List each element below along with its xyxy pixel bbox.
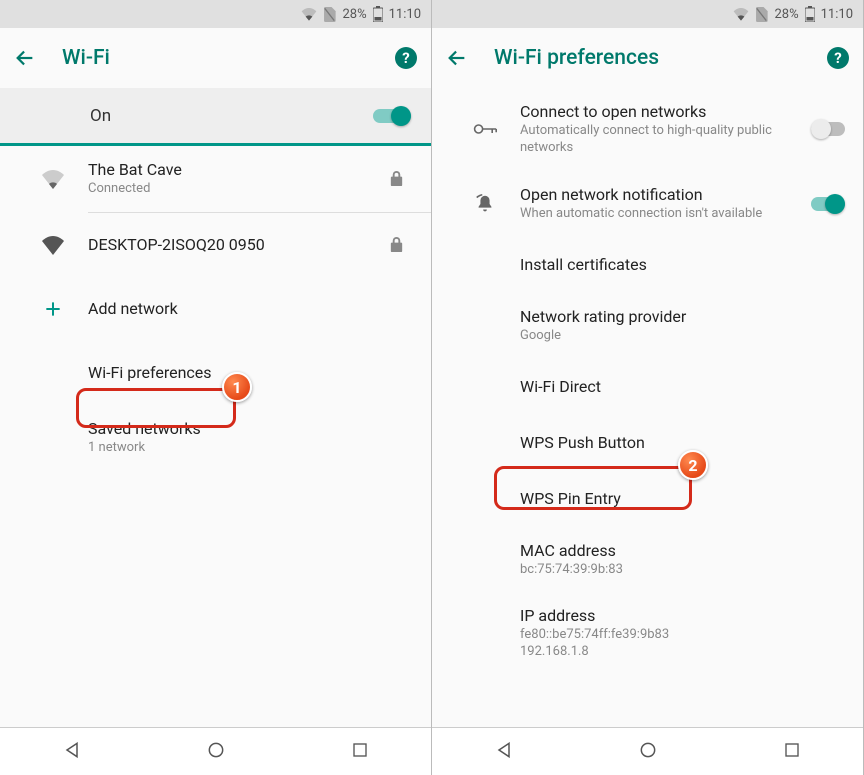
back-button[interactable]: [446, 47, 468, 69]
label: MAC address: [520, 541, 845, 560]
page-title: Wi-Fi: [62, 46, 369, 70]
add-network-label: Add network: [88, 299, 413, 318]
label: WPS Pin Entry: [520, 489, 845, 508]
wifi-master-switch[interactable]: [373, 106, 411, 126]
wps-push-button-row[interactable]: WPS Push Button: [432, 415, 863, 471]
no-sim-icon: [323, 7, 336, 22]
label: Open network notification: [520, 185, 811, 204]
wifi-signal-icon: [18, 235, 88, 255]
sub: fe80::be75:74ff:fe39:9b83 192.168.1.8: [520, 627, 845, 661]
nav-back[interactable]: [494, 740, 514, 764]
app-bar: Wi-Fi preferences ?: [432, 28, 863, 88]
battery-icon: [373, 6, 383, 22]
label: IP address: [520, 606, 845, 625]
help-button[interactable]: ?: [395, 47, 417, 69]
nav-bar: [0, 727, 431, 775]
network-rating-provider-row[interactable]: Network rating provider Google: [432, 293, 863, 359]
add-network-row[interactable]: Add network: [0, 277, 431, 341]
network-row[interactable]: The Bat Cave Connected: [0, 146, 431, 212]
label: WPS Push Button: [520, 433, 845, 452]
clock: 11:10: [821, 7, 853, 22]
wifi-status-icon: [301, 7, 317, 21]
notif-switch[interactable]: [811, 194, 845, 214]
label: Install certificates: [520, 255, 845, 274]
content: Connect to open networks Automatically c…: [432, 88, 863, 727]
saved-networks-count: 1 network: [88, 440, 413, 457]
network-ssid: DESKTOP-2ISOQ20 0950: [88, 235, 379, 254]
plus-icon: [18, 299, 88, 319]
phone-right-wifi-prefs: 28% 11:10 Wi-Fi preferences ? Connect to…: [432, 0, 864, 775]
connect-open-networks-row[interactable]: Connect to open networks Automatically c…: [432, 88, 863, 171]
battery-pct: 28%: [342, 7, 366, 22]
nav-back[interactable]: [62, 740, 82, 764]
lock-icon: [379, 170, 413, 187]
ip-address-row: IP address fe80::be75:74ff:fe39:9b83 192…: [432, 592, 863, 661]
wifi-status-icon: [733, 7, 749, 21]
nav-home[interactable]: [638, 740, 658, 764]
wifi-direct-row[interactable]: Wi-Fi Direct: [432, 359, 863, 415]
nav-recents[interactable]: [783, 741, 801, 763]
content: On The Bat Cave Connected DESKTOP-2ISOQ2…: [0, 88, 431, 727]
nav-recents[interactable]: [351, 741, 369, 763]
page-title: Wi-Fi preferences: [494, 46, 801, 70]
open-network-notification-row[interactable]: Open network notification When automatic…: [432, 171, 863, 237]
network-ssid: The Bat Cave: [88, 160, 379, 179]
wifi-master-toggle-row[interactable]: On: [0, 88, 431, 146]
saved-networks-row[interactable]: Saved networks 1 network: [0, 405, 431, 471]
bell-wifi-icon: [450, 193, 520, 215]
wifi-preferences-row[interactable]: Wi-Fi preferences: [0, 341, 431, 405]
label: Network rating provider: [520, 307, 845, 326]
wps-pin-entry-row[interactable]: WPS Pin Entry: [432, 471, 863, 527]
wifi-signal-icon: [18, 169, 88, 189]
key-icon: [450, 122, 520, 136]
network-row[interactable]: DESKTOP-2ISOQ20 0950: [0, 213, 431, 277]
help-button[interactable]: ?: [827, 47, 849, 69]
sub: bc:75:74:39:9b:83: [520, 562, 845, 579]
toggle-label: On: [90, 106, 373, 126]
lock-icon: [379, 236, 413, 253]
network-status: Connected: [88, 181, 379, 198]
sub: Automatically connect to high-quality pu…: [520, 123, 811, 157]
app-bar: Wi-Fi ?: [0, 28, 431, 88]
sub: Google: [520, 328, 845, 345]
status-bar: 28% 11:10: [0, 0, 431, 28]
label: Wi-Fi Direct: [520, 377, 845, 396]
back-button[interactable]: [14, 47, 36, 69]
battery-pct: 28%: [774, 7, 798, 22]
wifi-preferences-label: Wi-Fi preferences: [88, 363, 413, 382]
nav-bar: [432, 727, 863, 775]
mac-address-row: MAC address bc:75:74:39:9b:83: [432, 527, 863, 593]
install-certificates-row[interactable]: Install certificates: [432, 237, 863, 293]
clock: 11:10: [389, 7, 421, 22]
nav-home[interactable]: [206, 740, 226, 764]
no-sim-icon: [755, 7, 768, 22]
label: Connect to open networks: [520, 102, 811, 121]
saved-networks-label: Saved networks: [88, 419, 413, 438]
phone-left-wifi: 28% 11:10 Wi-Fi ? On The Bat Cave Connec…: [0, 0, 432, 775]
open-net-switch[interactable]: [811, 119, 845, 139]
battery-icon: [805, 6, 815, 22]
sub: When automatic connection isn't availabl…: [520, 206, 811, 223]
status-bar: 28% 11:10: [432, 0, 863, 28]
